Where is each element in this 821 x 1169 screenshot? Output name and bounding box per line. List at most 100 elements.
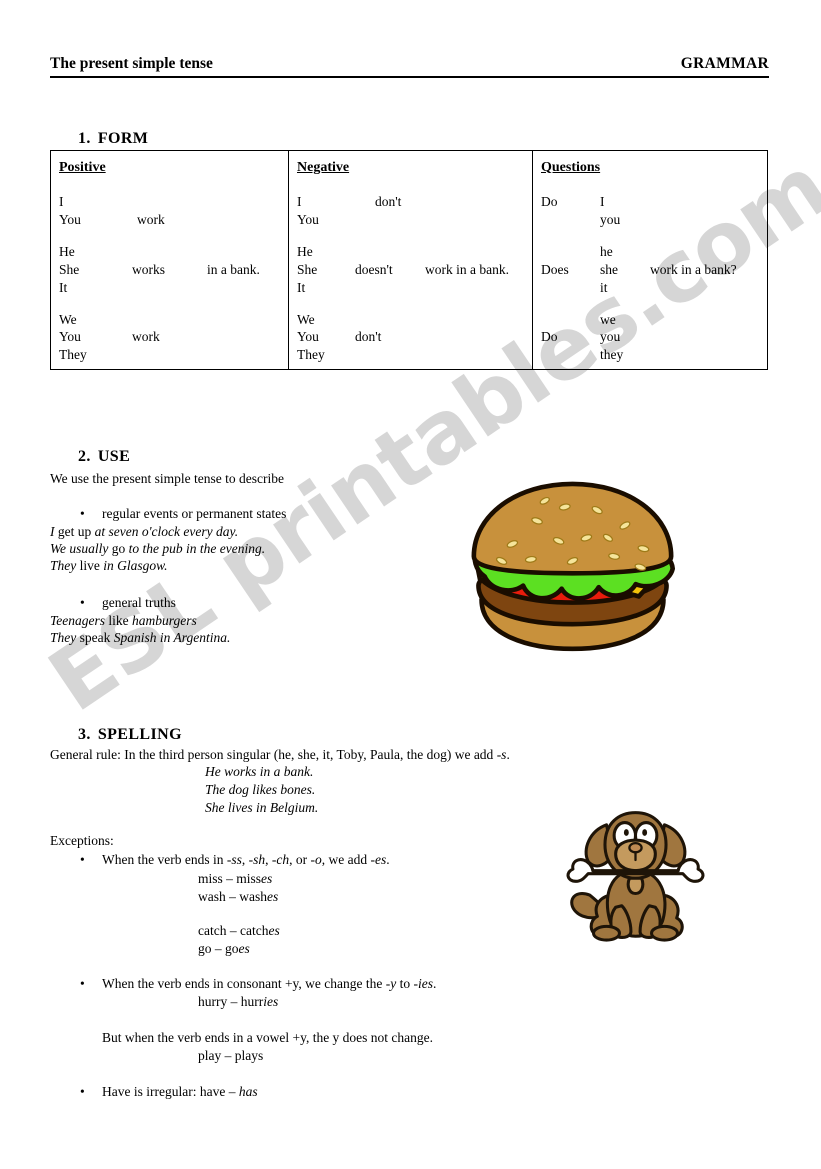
row-spacer [297, 297, 532, 311]
exception-1-example-1: miss – misses [198, 871, 272, 887]
rule-example-text: He works in a bank. [205, 764, 314, 779]
exception-bullet-3: Have is irregular: have – has [80, 1084, 258, 1100]
hamburger-illustration [455, 470, 690, 655]
general-rule-period: . [506, 747, 510, 762]
exception-1-ch: -ch [271, 852, 290, 867]
use-bullet-1: regular events or permanent states [80, 506, 286, 522]
table-row: You work [59, 211, 288, 229]
exception-1-example-4: go – goes [198, 941, 250, 957]
general-rule-suffix: -s [496, 747, 507, 762]
bullet-dot-icon [80, 976, 102, 992]
row-spacer [541, 297, 765, 311]
example-italic-c: in Glasgow. [103, 558, 168, 573]
example-base: play – play [198, 1048, 258, 1063]
cell-subject: I [59, 194, 64, 210]
exception-1-o: -o [310, 852, 322, 867]
exception-2-y: -y [385, 976, 397, 991]
cell-subject: I [600, 194, 605, 210]
cell-subject: You [59, 212, 81, 228]
section-label-form: FORM [97, 130, 149, 147]
table-row: Does she work in a bank? [541, 261, 765, 279]
cell-subject: It [297, 279, 306, 295]
example-italic-a: They [50, 630, 77, 645]
example-base: go – go [198, 941, 239, 956]
cell-subject: He [297, 244, 313, 260]
dog-illustration [558, 805, 713, 950]
cell-subject: it [600, 279, 608, 295]
cell-complement: work in a bank. [425, 261, 509, 277]
table-row: She works in a bank. [59, 261, 288, 279]
example-italic-c: hamburgers [132, 613, 197, 628]
example-base: catch – catch [198, 923, 269, 938]
exception-bullet-2: When the verb ends in consonant +y, we c… [80, 976, 436, 992]
use-example-2-1: Teenagers like hamburgers [50, 613, 197, 629]
cell-subject: They [59, 347, 87, 363]
example-suffix: ies [263, 994, 279, 1009]
cell-auxiliary: Does [541, 261, 569, 277]
exception-1-ss: -ss [226, 852, 242, 867]
cell-auxiliary: don't [355, 329, 382, 345]
page-title: The present simple tense [50, 55, 213, 72]
cell-complement: work in a bank? [650, 261, 737, 277]
exception-1-text: When the verb ends in [102, 852, 227, 867]
example-italic-a: Teenagers [50, 613, 106, 628]
section-heading-use: 2. USE [78, 448, 130, 466]
sep: , [241, 852, 249, 867]
sep: , we add [321, 852, 371, 867]
example-suffix: es [268, 923, 280, 938]
example-italic-c: at seven o'clock every day. [94, 524, 239, 539]
cell-subject: I [297, 194, 302, 210]
cell-subject: they [600, 347, 624, 363]
bullet-dot-icon [80, 595, 102, 611]
table-row: Idon't [297, 193, 532, 211]
form-table: Positive I You work He She works in a bank.… [50, 150, 768, 370]
cell-subject: she [600, 261, 618, 277]
exception-2-note: But when the verb ends in a vowel +y, th… [102, 1030, 434, 1045]
use-example-2-2: They speak Spanish in Argentina. [50, 630, 230, 646]
cell-subject: It [59, 279, 68, 295]
cell-auxiliary: doesn't [355, 261, 393, 277]
cell-subject: They [297, 347, 325, 363]
cell-subject: You [59, 329, 81, 345]
section-number-spelling: 3. [78, 726, 91, 743]
exception-1-example-2: wash – washes [198, 889, 278, 905]
cell-auxiliary: Do [541, 329, 558, 345]
cell-subject: we [600, 311, 616, 327]
exception-2-text: When the verb ends in consonant +y, we c… [102, 976, 386, 991]
column-header-negative: Negative [297, 160, 350, 175]
exception-2-note-example: play – plays [198, 1048, 263, 1064]
use-bullet-1-label: regular events or permanent states [102, 506, 287, 521]
cell-subject: She [297, 261, 318, 277]
exception-1-sh: -sh [248, 852, 266, 867]
row-spacer [297, 229, 532, 243]
example-roman-b: live [76, 558, 104, 573]
example-italic-a: We usually [50, 541, 109, 556]
bullet-dot-icon [80, 852, 102, 868]
cell-subject: You [297, 329, 319, 345]
exception-3-text: Have is irregular: have – [102, 1084, 239, 1099]
worksheet-page: ESL printables.com The present simple te… [0, 0, 821, 1169]
cell-subject: We [59, 311, 77, 327]
section-number-use: 2. [78, 448, 91, 465]
sep: . [433, 976, 437, 991]
spelling-rule-example-2: The dog likes bones. [205, 782, 315, 798]
table-row: Do you [541, 328, 765, 346]
sep: , or [289, 852, 311, 867]
exception-2-example: hurry – hurries [198, 994, 278, 1010]
exceptions-label: Exceptions: [50, 833, 114, 848]
table-row: he [541, 243, 765, 261]
table-row: You work [59, 328, 288, 346]
cell-subject: you [600, 329, 621, 345]
table-row: We [297, 311, 532, 329]
cell-verb: work [132, 329, 160, 345]
example-suffix: s [258, 1048, 264, 1063]
cell-verb: work [137, 212, 165, 228]
section-heading-spelling: 3. SPELLING [78, 726, 182, 744]
exception-1-es: -es [370, 852, 387, 867]
cell-subject: You [297, 212, 319, 228]
column-header-questions: Questions [541, 160, 601, 175]
spelling-rule-example-1: He works in a bank. [205, 764, 313, 780]
header-category-label: GRAMMAR [680, 55, 769, 72]
table-row: It [297, 279, 532, 297]
cell-verb: works [132, 261, 165, 277]
